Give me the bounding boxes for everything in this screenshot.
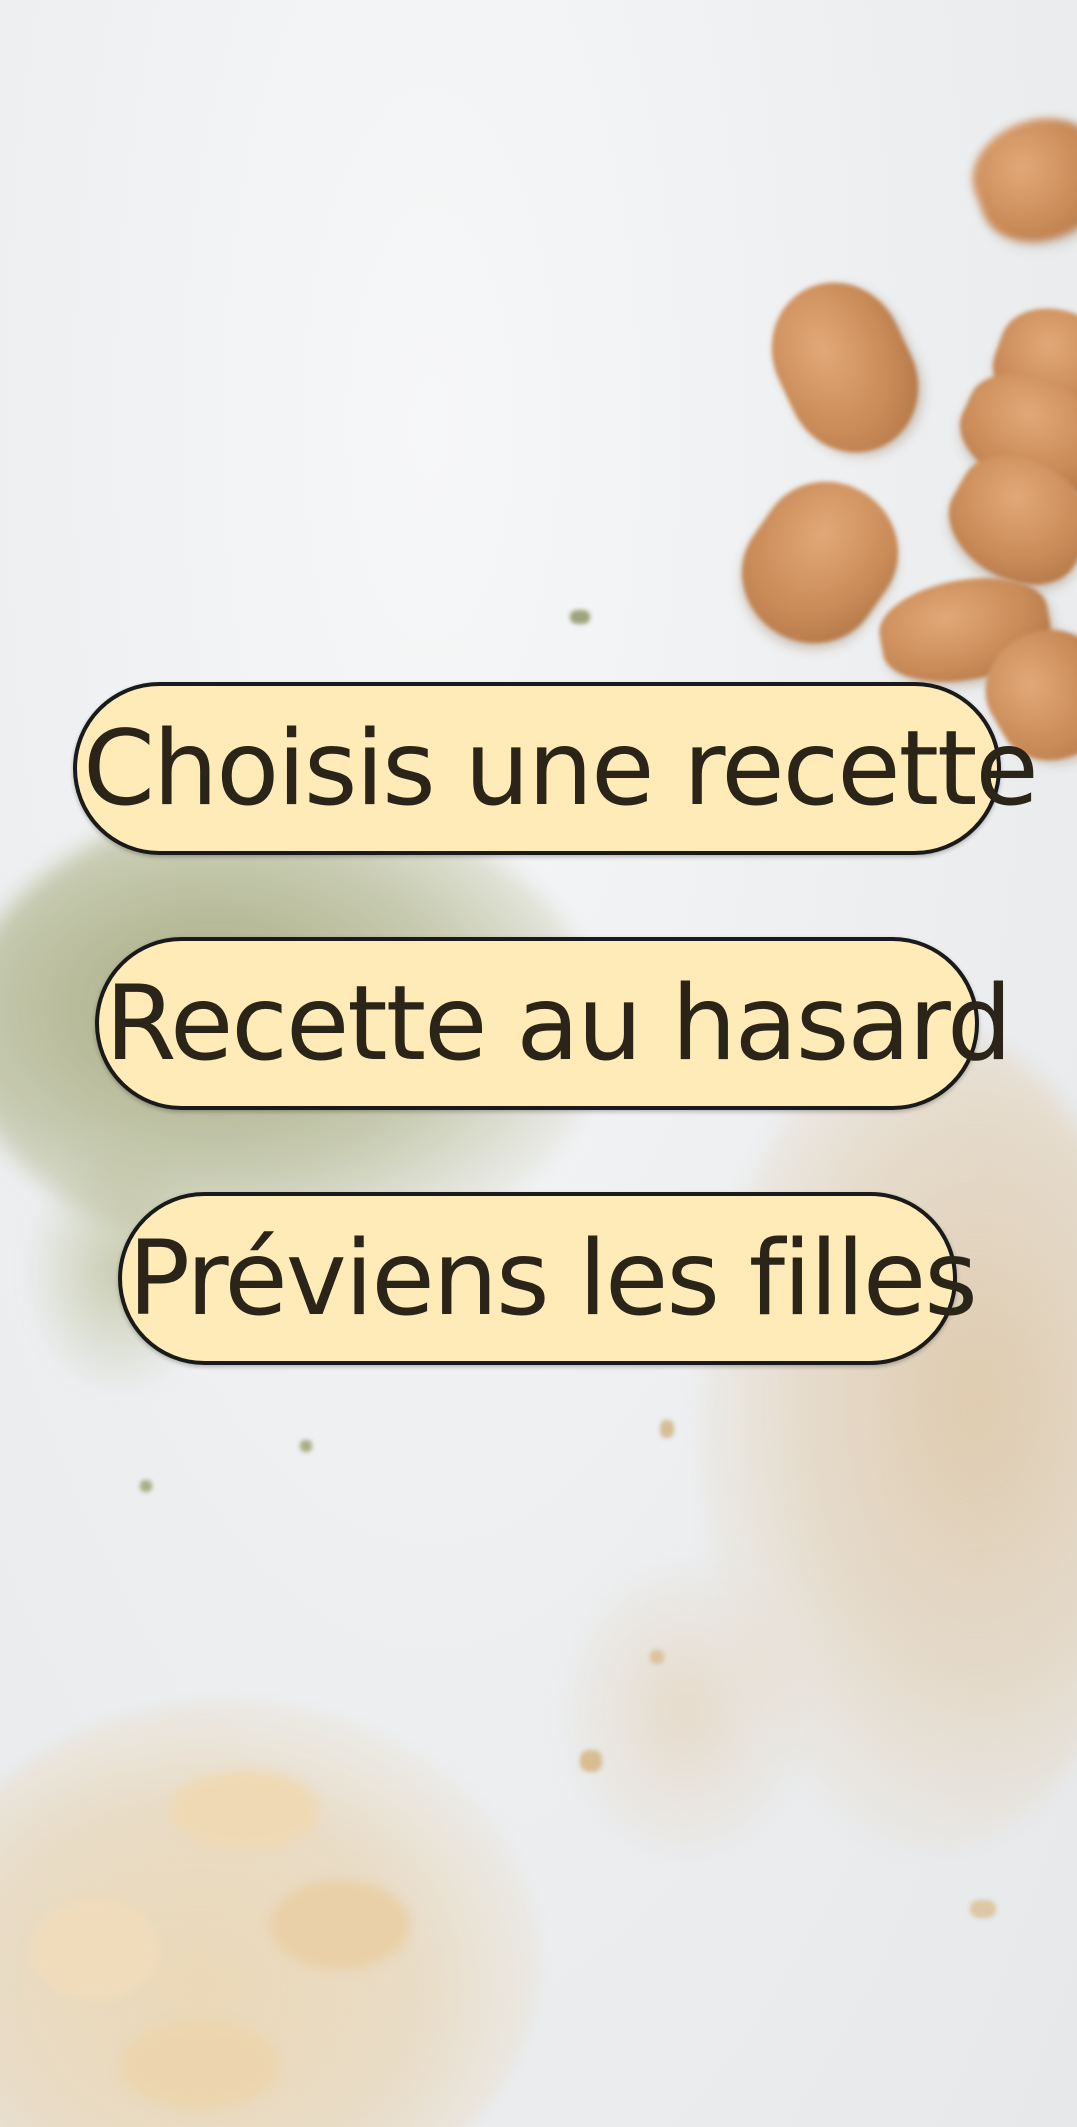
cashew-shape — [270, 1880, 410, 1970]
crumb — [580, 1750, 602, 1772]
crumb — [300, 1440, 312, 1452]
crumb — [140, 1480, 152, 1492]
cashew-shape — [170, 1770, 320, 1850]
cashew-shape — [30, 1900, 160, 2000]
choose-recipe-button[interactable]: Choisis une recette — [73, 682, 1039, 855]
crumb — [970, 1900, 996, 1918]
almond-shape — [749, 260, 941, 475]
random-recipe-button[interactable]: Recette au hasard — [95, 937, 1012, 1110]
crumb — [660, 1420, 674, 1438]
cashew-shape — [120, 2020, 280, 2110]
almond-shape — [958, 101, 1077, 259]
notify-girls-button[interactable]: Préviens les filles — [118, 1192, 978, 1365]
crumb — [650, 1650, 664, 1664]
crumb — [570, 610, 590, 624]
oat-pile — [560, 1560, 810, 1860]
